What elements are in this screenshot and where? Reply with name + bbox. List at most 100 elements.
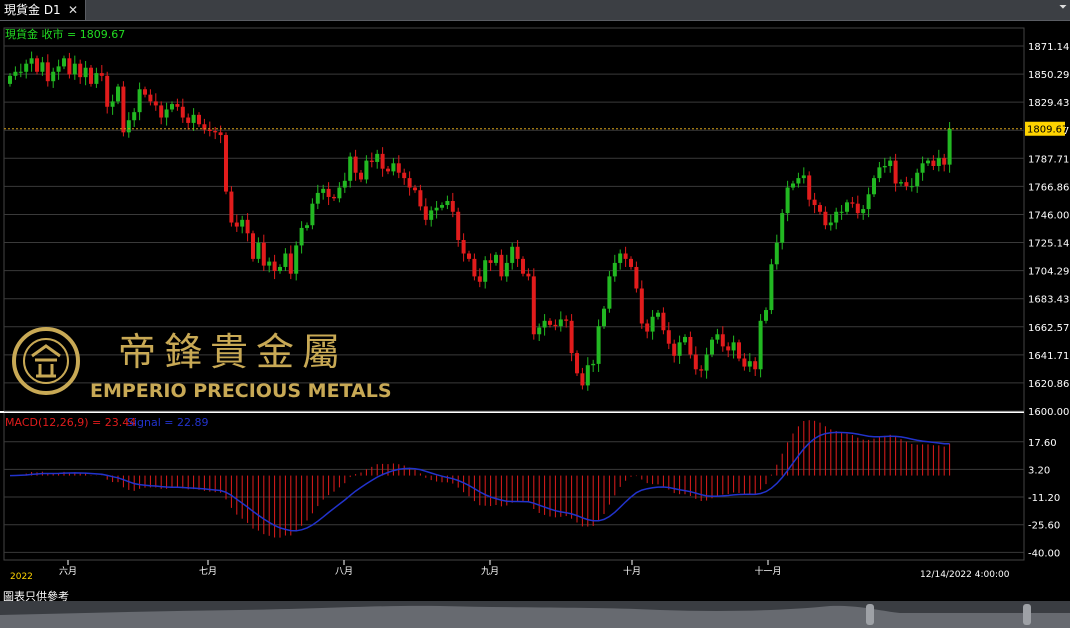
- price-axis-label: 1766.86: [1028, 182, 1069, 193]
- candle-body: [272, 261, 277, 271]
- candle-body: [515, 246, 520, 259]
- candle-body: [564, 319, 569, 321]
- candle-body: [8, 75, 12, 84]
- candle-body: [29, 58, 34, 64]
- candle-body: [693, 354, 698, 370]
- candle-body: [920, 163, 925, 173]
- candle-body: [504, 262, 509, 277]
- price-axis-label: 1850.29: [1028, 70, 1069, 81]
- candle-body: [909, 186, 914, 188]
- candle-body: [661, 312, 666, 331]
- macd-axis-label: -11.20: [1028, 493, 1060, 504]
- price-axis-label: 1746.00: [1028, 210, 1069, 221]
- candle-body: [348, 156, 353, 181]
- candle-body: [623, 253, 628, 259]
- candle-body: [337, 187, 342, 199]
- candle-body: [402, 172, 407, 179]
- candle-body: [321, 188, 326, 193]
- candle-body: [251, 233, 255, 259]
- navigator-left-handle: [866, 604, 874, 625]
- signal-legend: Signal = 22.89: [127, 416, 209, 429]
- candle-body: [602, 308, 606, 327]
- candle-body: [548, 320, 552, 325]
- candle-body: [807, 175, 812, 200]
- close-icon[interactable]: ✕: [68, 0, 78, 20]
- candle-body: [450, 200, 455, 212]
- candle-body: [375, 153, 380, 162]
- candle-body: [720, 334, 725, 347]
- price-axis-label: 1683.43: [1028, 295, 1069, 306]
- candle-body: [51, 71, 56, 82]
- candle-body: [850, 202, 855, 204]
- candle-body: [580, 373, 585, 386]
- candle-body: [639, 288, 644, 324]
- x-axis-label: 七月: [199, 566, 217, 577]
- candle-body: [931, 160, 936, 166]
- candle-body: [488, 260, 493, 263]
- candle-body: [418, 190, 423, 207]
- candle-body: [569, 320, 574, 354]
- x-axis-label: 八月: [335, 566, 353, 577]
- candle-body: [510, 246, 515, 263]
- chevron-down-icon[interactable]: ⏷: [1059, 2, 1067, 13]
- candle-body: [834, 211, 839, 223]
- candle-body: [542, 320, 547, 328]
- candle-body: [278, 266, 282, 271]
- candle-body: [672, 343, 677, 356]
- candle-body: [888, 160, 893, 166]
- candle-body: [413, 187, 417, 191]
- candle-body: [197, 114, 201, 125]
- candle-body: [245, 219, 250, 234]
- candle-body: [688, 336, 693, 355]
- price-axis-label: 1662.57: [1028, 323, 1069, 334]
- price-legend: 現貨金 收市 = 1809.67: [5, 27, 125, 41]
- macd-axis-label: 17.60: [1028, 438, 1057, 449]
- candle-body: [299, 227, 304, 246]
- candle-body: [99, 73, 104, 76]
- candle-body: [359, 172, 363, 180]
- candle-body: [78, 63, 83, 78]
- candle-body: [585, 365, 590, 386]
- candle-body: [607, 276, 612, 309]
- candle-body: [89, 67, 93, 84]
- candle-body: [267, 261, 272, 266]
- candle-body: [710, 339, 714, 355]
- candle-body: [429, 210, 434, 220]
- chart-area[interactable]: 1871.141850.291829.431808.571787.711766.…: [0, 20, 1070, 600]
- candle-body: [904, 182, 909, 187]
- candle-body: [666, 330, 671, 344]
- candle-body: [677, 342, 682, 356]
- candle-body: [872, 178, 876, 195]
- candle-body: [261, 242, 266, 266]
- candle-body: [801, 175, 806, 179]
- candle-body: [472, 258, 477, 277]
- candle-body: [861, 209, 866, 214]
- candle-body: [62, 58, 66, 67]
- candle-body: [531, 276, 536, 335]
- candle-body: [818, 205, 822, 212]
- candle-body: [126, 120, 131, 133]
- window-tabbar: 現貨金 D1 ✕ ⏷: [0, 0, 1070, 21]
- candle-body: [753, 361, 758, 370]
- candle-body: [440, 205, 444, 208]
- candle-body: [764, 310, 768, 321]
- watermark-chinese: 帝鋒貴金屬: [118, 330, 348, 374]
- candle-body: [310, 203, 315, 226]
- macd-axis-label: 3.20: [1028, 465, 1050, 476]
- candle-body: [526, 273, 531, 277]
- candle-body: [494, 254, 498, 263]
- candle-body: [283, 253, 288, 267]
- candle-body: [521, 258, 525, 274]
- candle-body: [774, 242, 779, 265]
- price-axis-label: 1620.86: [1028, 379, 1069, 390]
- candle-body: [207, 129, 212, 131]
- chart-navigator[interactable]: [0, 601, 1070, 628]
- candle-body: [288, 253, 293, 274]
- candle-body: [213, 130, 218, 133]
- candle-body: [915, 172, 920, 187]
- candle-body: [942, 157, 947, 165]
- candle-body: [612, 262, 617, 277]
- tab-chart[interactable]: 現貨金 D1 ✕: [0, 0, 86, 20]
- x-axis-label: 十一月: [754, 565, 781, 577]
- candle-body: [656, 312, 660, 317]
